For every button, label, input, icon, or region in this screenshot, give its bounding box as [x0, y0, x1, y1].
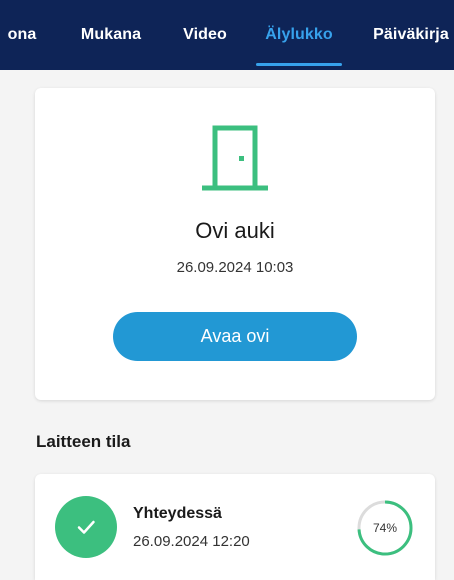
active-tab-indicator — [256, 63, 342, 66]
open-door-button[interactable]: Avaa ovi — [113, 312, 357, 361]
device-status-card: Yhteydessä 26.09.2024 12:20 74% — [35, 474, 435, 580]
tab-label: Älylukko — [265, 26, 333, 43]
tab-alylukko[interactable]: Älylukko — [256, 0, 342, 70]
connection-status-timestamp: 26.09.2024 12:20 — [133, 533, 250, 550]
tab-paivakirja[interactable]: Päiväkirja — [366, 0, 454, 70]
connection-status-label: Yhteydessä — [133, 505, 222, 522]
tab-label: Video — [183, 26, 227, 43]
device-status-heading: Laitteen tila — [36, 432, 131, 451]
tab-label: Päiväkirja — [373, 26, 449, 43]
battery-percentage: 74% — [372, 521, 398, 535]
door-icon — [202, 125, 268, 191]
connected-status-icon — [55, 496, 117, 558]
tab-ona[interactable]: ona — [0, 0, 48, 70]
tab-video[interactable]: Video — [178, 0, 232, 70]
tab-mukana[interactable]: Mukana — [76, 0, 146, 70]
smart-lock-page: ona Mukana Video Älylukko Päiväkirja Ovi… — [0, 0, 454, 580]
check-icon — [77, 520, 95, 534]
door-status-text: Ovi auki — [195, 218, 275, 243]
door-status-card: Ovi auki 26.09.2024 10:03 Avaa ovi — [35, 88, 435, 400]
tab-label: Mukana — [80, 26, 142, 43]
door-status-timestamp: 26.09.2024 10:03 — [176, 259, 294, 276]
tab-label: ona — [7, 26, 37, 43]
battery-gauge: 74% — [355, 498, 415, 558]
top-tab-bar: ona Mukana Video Älylukko Päiväkirja — [0, 0, 454, 70]
